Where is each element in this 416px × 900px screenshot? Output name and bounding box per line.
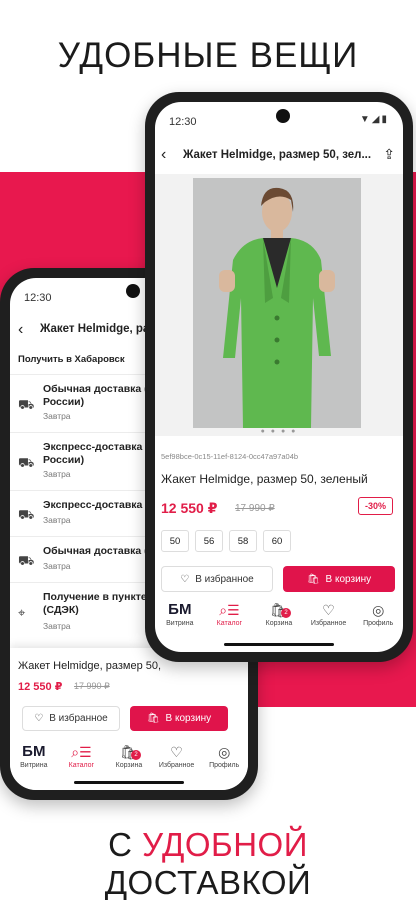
heart-icon: ♡ — [180, 573, 190, 585]
delivery-date: Завтра — [43, 469, 71, 479]
product-screen: 12:30 ▼◢▮ ‹ Жакет Helmidge, размер 50, з… — [155, 102, 403, 652]
heart-icon: ♡ — [170, 744, 183, 760]
truck-icon: ⛟ — [18, 507, 35, 522]
cart-badge: 2 — [280, 608, 291, 618]
tab-bar: БМ Витрина ⌕☰ Каталог 🛍 2 Корзина ♡ Избранное… — [155, 600, 403, 640]
tab-label: Витрина — [166, 620, 194, 627]
truck-icon: ⛟ — [18, 397, 35, 412]
status-time: 12:30 — [169, 116, 197, 128]
location-pin-icon: ⌖ — [18, 605, 26, 620]
sku-code[interactable]: 5ef98bce-0c15-11ef-8124-0cc47a97a04b — [161, 452, 298, 461]
tab-vitrina[interactable]: БМ Витрина — [12, 742, 56, 782]
catalog-search-icon: ⌕☰ — [71, 744, 92, 760]
gallery-dots: ● ● ● ● — [260, 428, 298, 435]
delivery-date: Завтра — [43, 411, 71, 421]
signal-battery-icon: ▼◢▮ — [359, 114, 389, 125]
page-title: Жакет Helmidge, раз — [40, 323, 156, 335]
headline-suffix: ДОСТАВКОЙ — [104, 864, 312, 900]
discount-badge: -30% — [357, 497, 393, 515]
tab-label: Профиль — [363, 620, 394, 627]
price: 12 550 ₽ — [18, 681, 63, 693]
headline-prefix: С — [108, 826, 143, 863]
home-indicator — [74, 781, 184, 784]
size-option[interactable]: 58 — [229, 530, 257, 552]
size-option[interactable]: 60 — [263, 530, 291, 552]
add-to-favorites-button[interactable]: ♡ В избранное — [22, 706, 120, 731]
tab-label: Корзина — [115, 762, 143, 769]
add-to-favorites-button[interactable]: ♡ В избранное — [161, 566, 273, 592]
product-photo — [193, 178, 361, 428]
tab-label: Избранное — [310, 620, 347, 627]
headline-accent: УДОБНОЙ — [142, 826, 308, 863]
tab-cart[interactable]: 🛍 2 Корзина — [107, 742, 151, 782]
page-title: Жакет Helmidge, размер 50, зел... — [183, 149, 372, 161]
tab-bar: БМ Витрина ⌕☰ Каталог 🛍 2 Корзина ♡ Избранное… — [10, 742, 248, 782]
heart-icon: ♡ — [34, 713, 44, 724]
share-icon[interactable]: ⇪ — [383, 146, 395, 163]
product-sheet: Жакет Helmidge, размер 50, 12 550 ₽ 17 9… — [10, 648, 248, 790]
bag-icon: 🛍 2 — [107, 742, 151, 762]
size-option[interactable]: 50 — [161, 530, 189, 552]
old-price: 17 990 ₽ — [235, 503, 275, 514]
tab-favorites[interactable]: ♡ Избранное — [307, 600, 351, 640]
cart-label: В корзину — [165, 713, 212, 724]
heart-icon: ♡ — [322, 602, 335, 618]
size-selector: 50 56 58 60 — [161, 530, 291, 552]
product-gallery[interactable]: ● ● ● ● — [155, 174, 403, 436]
delivery-date: Завтра — [43, 561, 71, 571]
user-icon: ◎ — [218, 744, 231, 760]
cart-badge: 2 — [130, 750, 141, 760]
tab-label: Каталог — [216, 620, 243, 627]
favorites-label: В избранное — [49, 713, 108, 724]
status-time: 12:30 — [24, 292, 52, 304]
favorites-label: В избранное — [195, 573, 254, 585]
bag-icon: 🛍 2 — [257, 600, 301, 620]
city-label[interactable]: Получить в Хабаровск — [18, 354, 125, 365]
catalog-search-icon: ⌕☰ — [219, 602, 240, 618]
tab-catalog[interactable]: ⌕☰ Каталог — [207, 600, 251, 640]
add-to-cart-button[interactable]: 🛍 В корзину — [130, 706, 228, 731]
bm-logo: БМ — [168, 601, 192, 618]
size-option[interactable]: 56 — [195, 530, 223, 552]
delivery-date: Завтра — [43, 621, 71, 631]
tab-vitrina[interactable]: БМ Витрина — [158, 600, 202, 640]
tab-profile[interactable]: ◎ Профиль — [202, 742, 246, 782]
model-in-green-jacket-image — [193, 178, 361, 428]
headline-top: УДОБНЫЕ ВЕЩИ — [57, 36, 359, 75]
tab-label: Корзина — [265, 620, 293, 627]
bag-icon: 🛍 — [306, 573, 320, 585]
bag-icon: 🛍 — [146, 713, 160, 724]
truck-icon: ⛟ — [18, 455, 35, 470]
price: 12 550 ₽ — [161, 500, 218, 516]
tab-profile[interactable]: ◎ Профиль — [356, 600, 400, 640]
phone-front: 12:30 ▼◢▮ ‹ Жакет Helmidge, размер 50, з… — [145, 92, 413, 662]
home-indicator — [224, 643, 334, 646]
old-price: 17 990 ₽ — [74, 681, 110, 691]
cart-label: В корзину — [325, 573, 372, 585]
tab-label: Каталог — [68, 762, 95, 769]
tab-catalog[interactable]: ⌕☰ Каталог — [59, 742, 103, 782]
product-title: Жакет Helmidge, размер 50, — [18, 660, 162, 672]
add-to-cart-button[interactable]: 🛍 В корзину — [283, 566, 395, 592]
headline-bottom: С УДОБНОЙ ДОСТАВКОЙ — [0, 826, 416, 900]
delivery-date: Завтра — [43, 515, 71, 525]
product-title: Жакет Helmidge, размер 50, зеленый — [161, 472, 368, 486]
tab-label: Витрина — [20, 762, 48, 769]
tab-label: Избранное — [158, 762, 195, 769]
back-icon[interactable]: ‹ — [161, 146, 166, 164]
tab-label: Профиль — [209, 762, 240, 769]
back-icon[interactable]: ‹ — [18, 321, 23, 339]
tab-cart[interactable]: 🛍 2 Корзина — [257, 600, 301, 640]
truck-icon: ⛟ — [18, 553, 35, 568]
bm-logo: БМ — [22, 743, 46, 760]
user-icon: ◎ — [372, 602, 385, 618]
tab-favorites[interactable]: ♡ Избранное — [155, 742, 199, 782]
